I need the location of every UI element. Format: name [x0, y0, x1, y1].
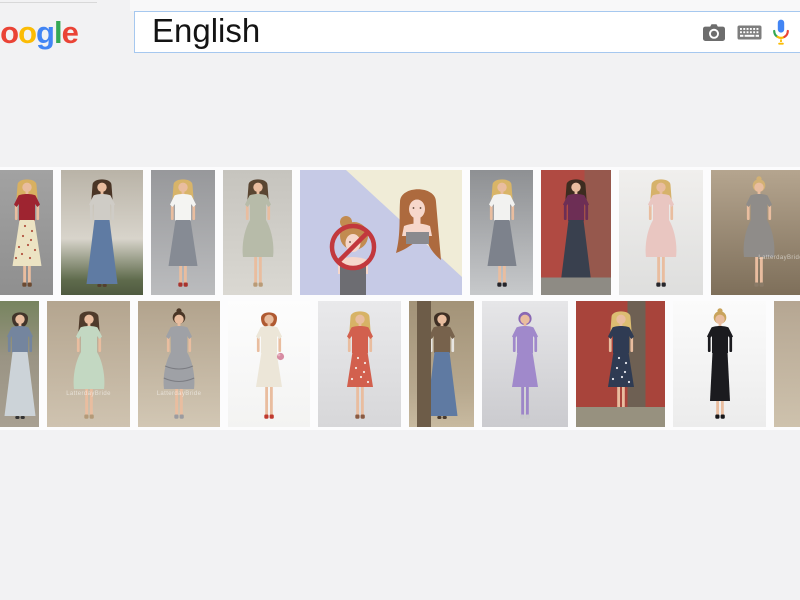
logo-letter: o	[18, 15, 36, 51]
image-result[interactable]	[673, 301, 766, 427]
image-result[interactable]	[541, 170, 611, 295]
camera-search-icon[interactable]	[702, 23, 726, 42]
image-result[interactable]	[0, 301, 39, 427]
image-result[interactable]: LatterdayBride	[711, 170, 800, 295]
search-input[interactable]	[135, 12, 682, 50]
image-result[interactable]	[228, 301, 310, 427]
image-results-grid: LatterdayBride LatterdayBrideLatterdayBr…	[0, 167, 800, 430]
image-result[interactable]	[774, 301, 800, 427]
search-box-icons	[702, 12, 789, 52]
microphone-icon[interactable]	[773, 19, 789, 46]
results-row-2: LatterdayBrideLatterdayBride	[0, 301, 800, 427]
logo-letter: g	[36, 15, 54, 51]
google-images-page: Google LatterdayBride LatterdayBrideL	[0, 0, 800, 600]
image-result[interactable]	[151, 170, 215, 295]
image-result[interactable]	[300, 170, 462, 295]
image-result[interactable]	[0, 170, 53, 295]
google-logo[interactable]: Google	[0, 15, 78, 51]
image-result[interactable]	[61, 170, 143, 295]
logo-letter: o	[0, 15, 18, 51]
image-result[interactable]	[470, 170, 533, 295]
image-result[interactable]	[619, 170, 703, 295]
image-result[interactable]	[223, 170, 292, 295]
results-row-1: LatterdayBride	[0, 170, 800, 295]
image-result[interactable]	[409, 301, 474, 427]
search-box	[134, 11, 800, 53]
image-result[interactable]: LatterdayBride	[47, 301, 130, 427]
logo-letter: e	[62, 15, 78, 51]
browser-edge-line	[0, 2, 97, 3]
header-strip	[130, 0, 800, 11]
keyboard-icon[interactable]	[737, 25, 762, 40]
logo-letter: l	[54, 15, 62, 51]
image-result[interactable]: LatterdayBride	[138, 301, 220, 427]
image-result[interactable]	[576, 301, 665, 427]
image-result[interactable]	[482, 301, 568, 427]
image-result[interactable]	[318, 301, 401, 427]
